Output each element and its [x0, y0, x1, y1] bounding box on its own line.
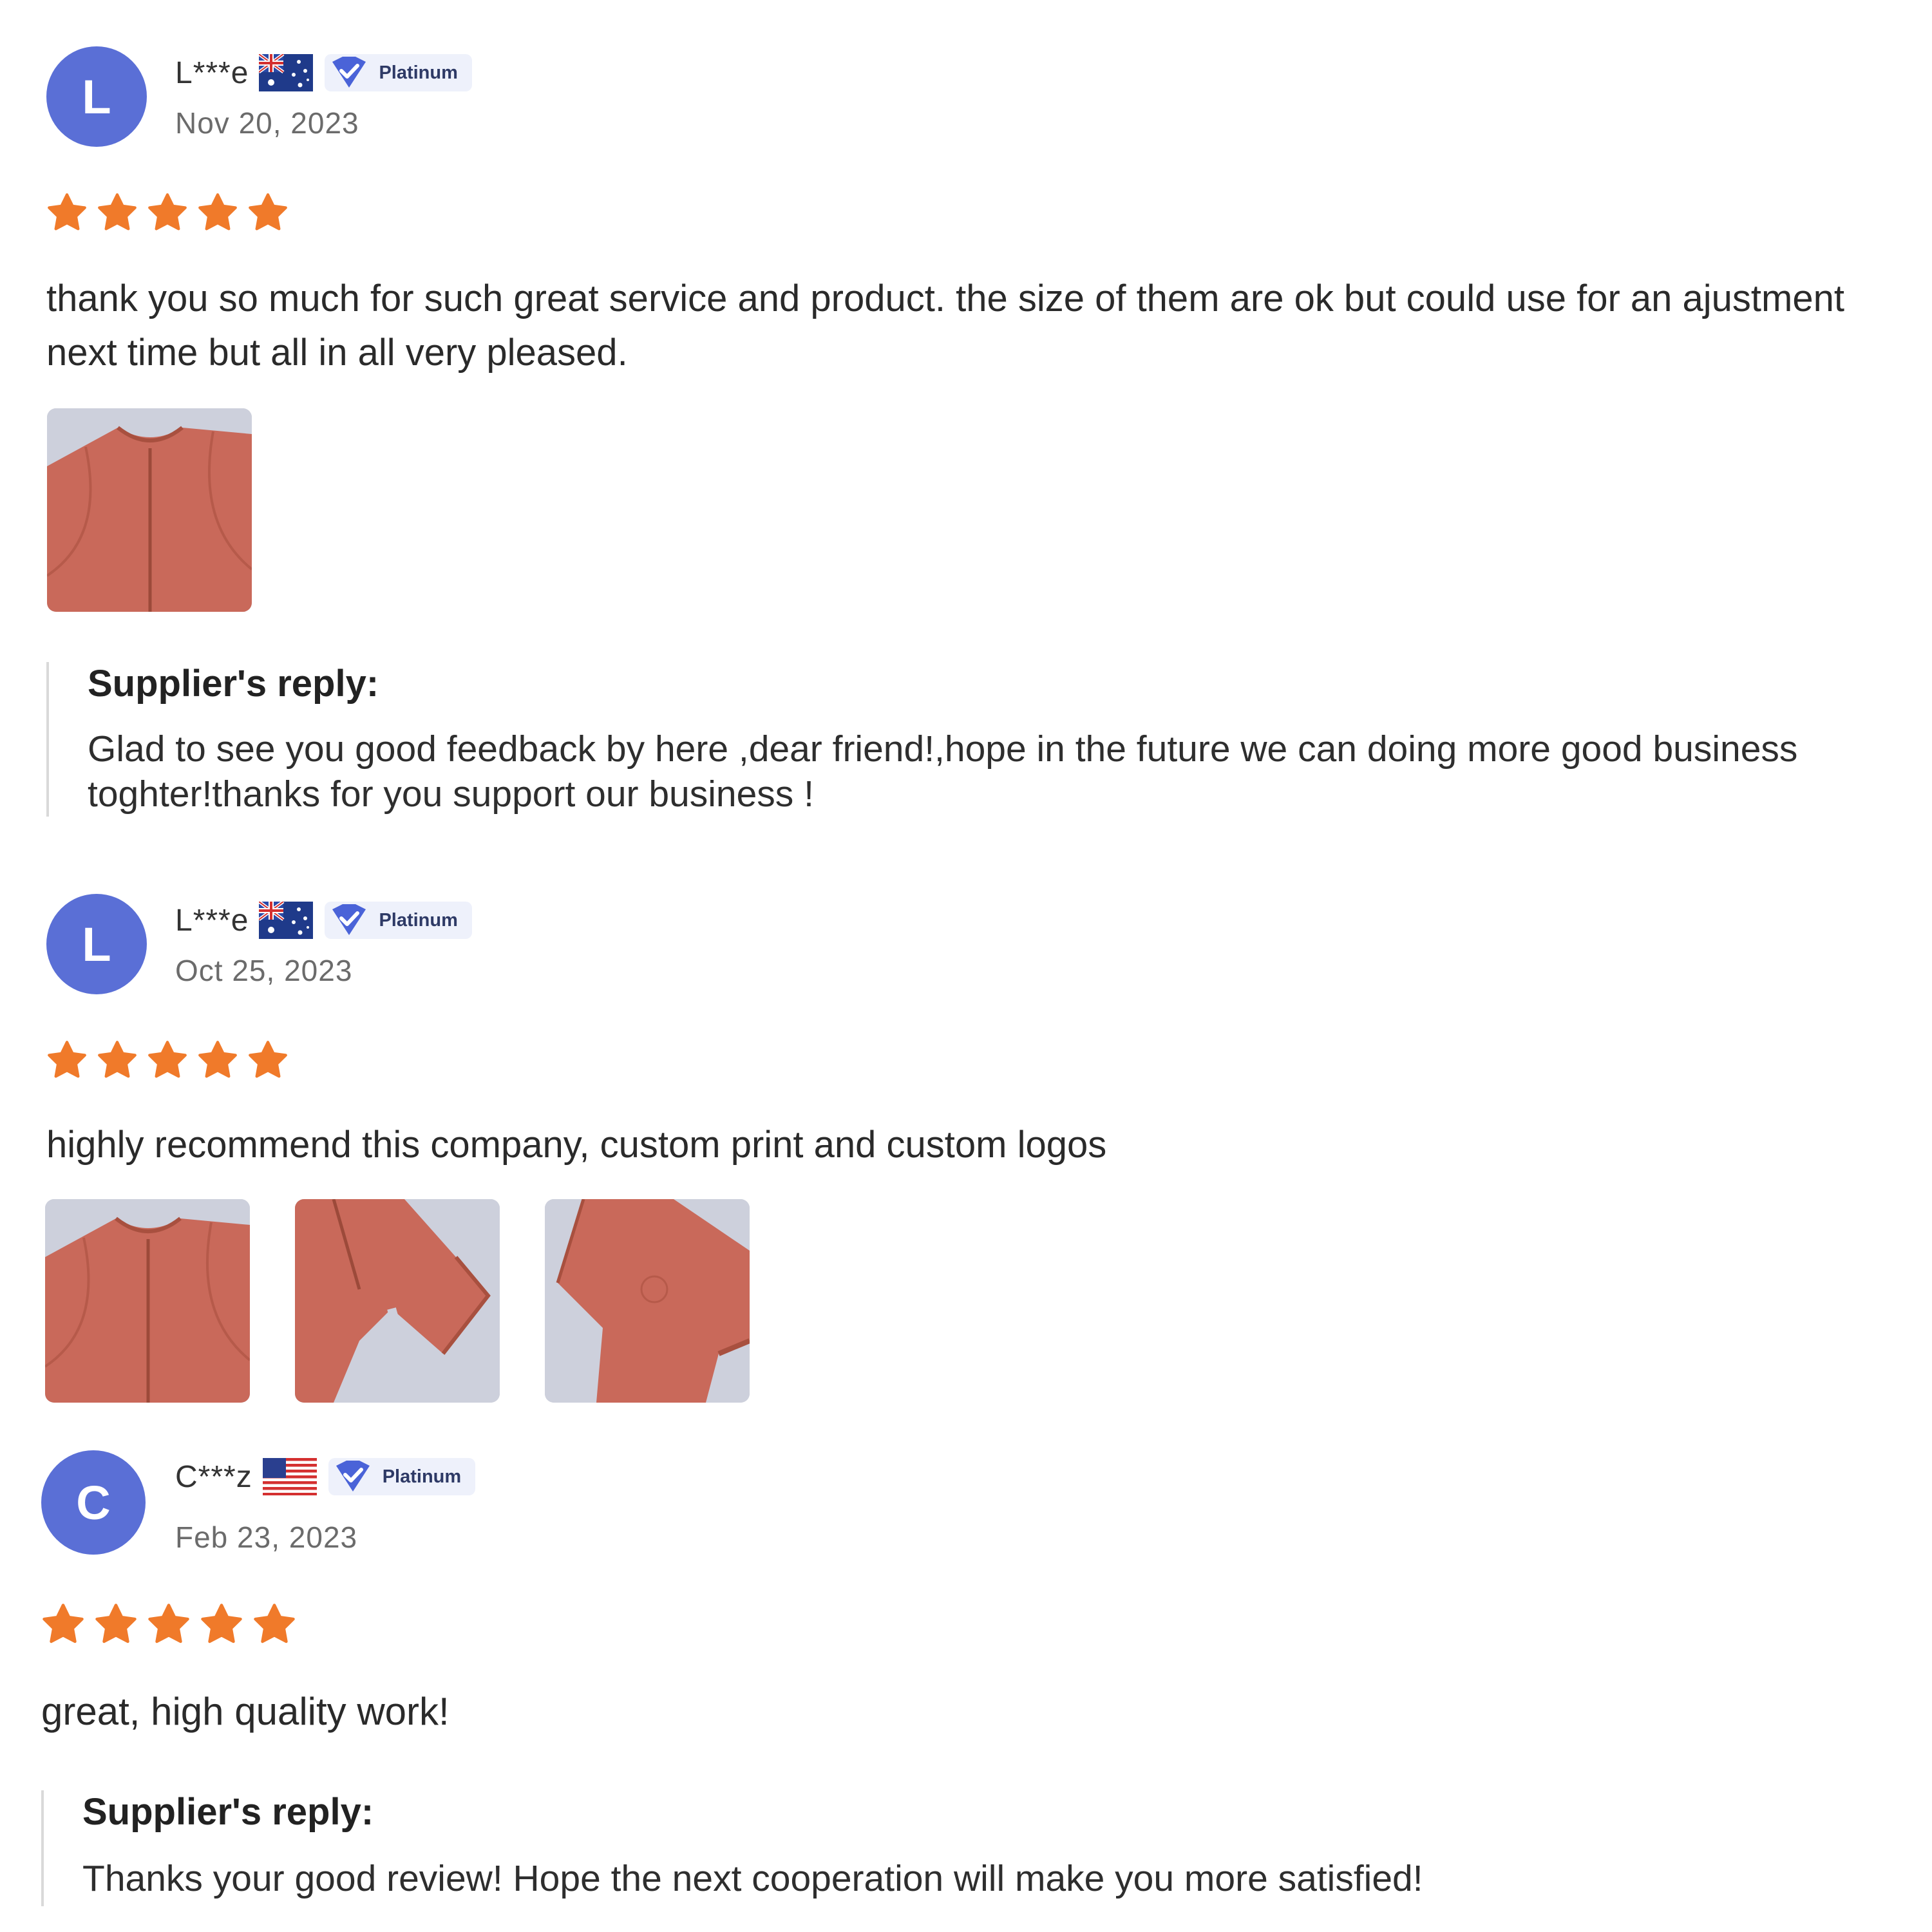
supplier-reply-title: Supplier's reply:	[82, 1791, 374, 1833]
star-rating	[46, 192, 289, 233]
review-header: L L***e Platinum Oct 25, 2023	[0, 894, 773, 1003]
star-icon	[247, 192, 289, 233]
supplier-reply: Supplier's reply: Thanks your good revie…	[41, 1790, 1911, 1906]
supplier-reply-text: Thanks your good review! Hope the next c…	[82, 1858, 1423, 1899]
username[interactable]: C***z	[175, 1459, 252, 1495]
user-line: L***e Platinum	[175, 50, 472, 95]
review-date: Oct 25, 2023	[175, 954, 353, 987]
supplier-reply-title: Supplier's reply:	[88, 663, 379, 705]
review-image-thumbnail[interactable]	[47, 408, 252, 612]
australia-flag-icon	[259, 54, 313, 91]
supplier-reply: Supplier's reply: Glad to see you good f…	[46, 662, 1917, 817]
review-image-thumbnail[interactable]	[295, 1199, 500, 1403]
badge-label: Platinum	[382, 1466, 462, 1487]
star-icon	[147, 1602, 191, 1646]
review-header: C C***z Platinum Feb 23, 2023	[0, 1450, 773, 1560]
avatar[interactable]: C	[41, 1450, 146, 1555]
platinum-badge: Platinum	[325, 902, 472, 939]
star-icon	[46, 1039, 88, 1081]
star-icon	[41, 1602, 85, 1646]
romper-front-zip-image	[47, 408, 252, 612]
reviews-list: L L***e Platinum Nov 20, 2023 thank you …	[0, 0, 1932, 1932]
verified-check-icon	[332, 1459, 374, 1494]
star-icon	[247, 1039, 289, 1081]
star-icon	[94, 1602, 138, 1646]
star-rating	[41, 1602, 296, 1646]
platinum-badge: Platinum	[328, 1458, 476, 1495]
badge-label: Platinum	[379, 62, 458, 83]
australia-flag-icon	[259, 902, 313, 939]
review-date: Nov 20, 2023	[175, 106, 359, 140]
usa-flag-icon	[263, 1458, 317, 1495]
romper-sleeve-image	[545, 1199, 750, 1403]
avatar[interactable]: L	[46, 46, 147, 147]
badge-label: Platinum	[379, 909, 458, 931]
username[interactable]: L***e	[175, 903, 249, 938]
star-icon	[147, 192, 188, 233]
username[interactable]: L***e	[175, 55, 249, 91]
user-line: C***z Platinum	[175, 1454, 476, 1499]
star-icon	[46, 192, 88, 233]
platinum-badge: Platinum	[325, 54, 472, 91]
review-header: L L***e Platinum Nov 20, 2023	[0, 46, 773, 156]
star-icon	[200, 1602, 243, 1646]
star-icon	[147, 1039, 188, 1081]
review-date: Feb 23, 2023	[175, 1520, 358, 1554]
supplier-reply-text: Glad to see you good feedback by here ,d…	[88, 728, 1798, 815]
star-icon	[97, 192, 138, 233]
star-rating	[46, 1039, 289, 1081]
review-text: highly recommend this company, custom pr…	[46, 1124, 1107, 1166]
review-text: great, high quality work!	[41, 1690, 450, 1733]
verified-check-icon	[328, 55, 370, 90]
review-text: thank you so much for such great service…	[46, 278, 1844, 374]
review-image-thumbnail[interactable]	[45, 1199, 250, 1403]
star-icon	[197, 192, 238, 233]
romper-front-zip-image	[45, 1199, 250, 1403]
review-image-thumbnail[interactable]	[545, 1199, 750, 1403]
user-line: L***e Platinum	[175, 898, 472, 943]
verified-check-icon	[328, 903, 370, 938]
star-icon	[97, 1039, 138, 1081]
star-icon	[252, 1602, 296, 1646]
avatar[interactable]: L	[46, 894, 147, 994]
romper-leg-cuff-image	[295, 1199, 500, 1403]
star-icon	[197, 1039, 238, 1081]
